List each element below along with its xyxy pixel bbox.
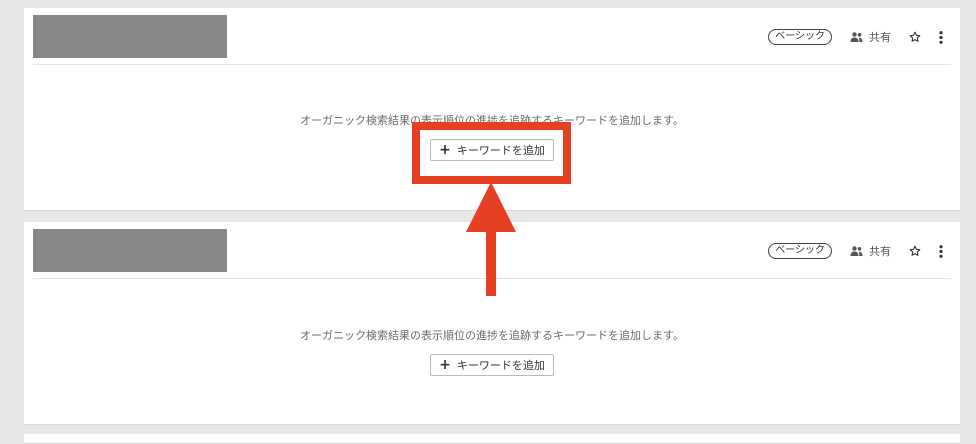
card-tools: ベーシック 共有 [768, 27, 943, 47]
card-tools: ベーシック 共有 [768, 241, 943, 261]
project-card-2: ベーシック 共有 オーガニック検索結果の表示順位の進捗を追跡するキーワードを追加… [24, 222, 960, 425]
add-keyword-button[interactable]: + キーワードを追加 [430, 139, 554, 161]
project-card-3 [24, 434, 960, 444]
people-icon [850, 246, 863, 256]
share-label: 共有 [869, 31, 891, 44]
plus-icon: + [439, 142, 451, 158]
people-icon [850, 32, 863, 42]
share-label: 共有 [869, 245, 891, 258]
project-card-1: ベーシック 共有 オーガニック検索結果の表示順位の進捗を追跡するキーワードを追加… [24, 8, 960, 211]
star-icon[interactable] [909, 245, 921, 257]
project-thumbnail-placeholder[interactable] [33, 229, 227, 272]
add-keyword-label: キーワードを追加 [456, 144, 545, 157]
star-icon[interactable] [909, 31, 921, 43]
more-vertical-icon[interactable] [939, 244, 943, 258]
add-keyword-label: キーワードを追加 [456, 359, 545, 372]
plan-badge: ベーシック [768, 243, 832, 259]
more-vertical-icon[interactable] [939, 30, 943, 44]
share-button[interactable]: 共有 [850, 243, 891, 259]
card-header: ベーシック 共有 [33, 8, 951, 65]
empty-state-message: オーガニック検索結果の表示順位の進捗を追跡するキーワードを追加します。 [300, 114, 684, 127]
project-thumbnail-placeholder[interactable] [33, 15, 227, 58]
plus-icon: + [439, 357, 451, 373]
share-button[interactable]: 共有 [850, 29, 891, 45]
empty-state-message: オーガニック検索結果の表示順位の進捗を追跡するキーワードを追加します。 [300, 329, 684, 342]
card-header: ベーシック 共有 [33, 222, 951, 279]
plan-badge: ベーシック [768, 29, 832, 45]
add-keyword-button[interactable]: + キーワードを追加 [430, 354, 554, 376]
